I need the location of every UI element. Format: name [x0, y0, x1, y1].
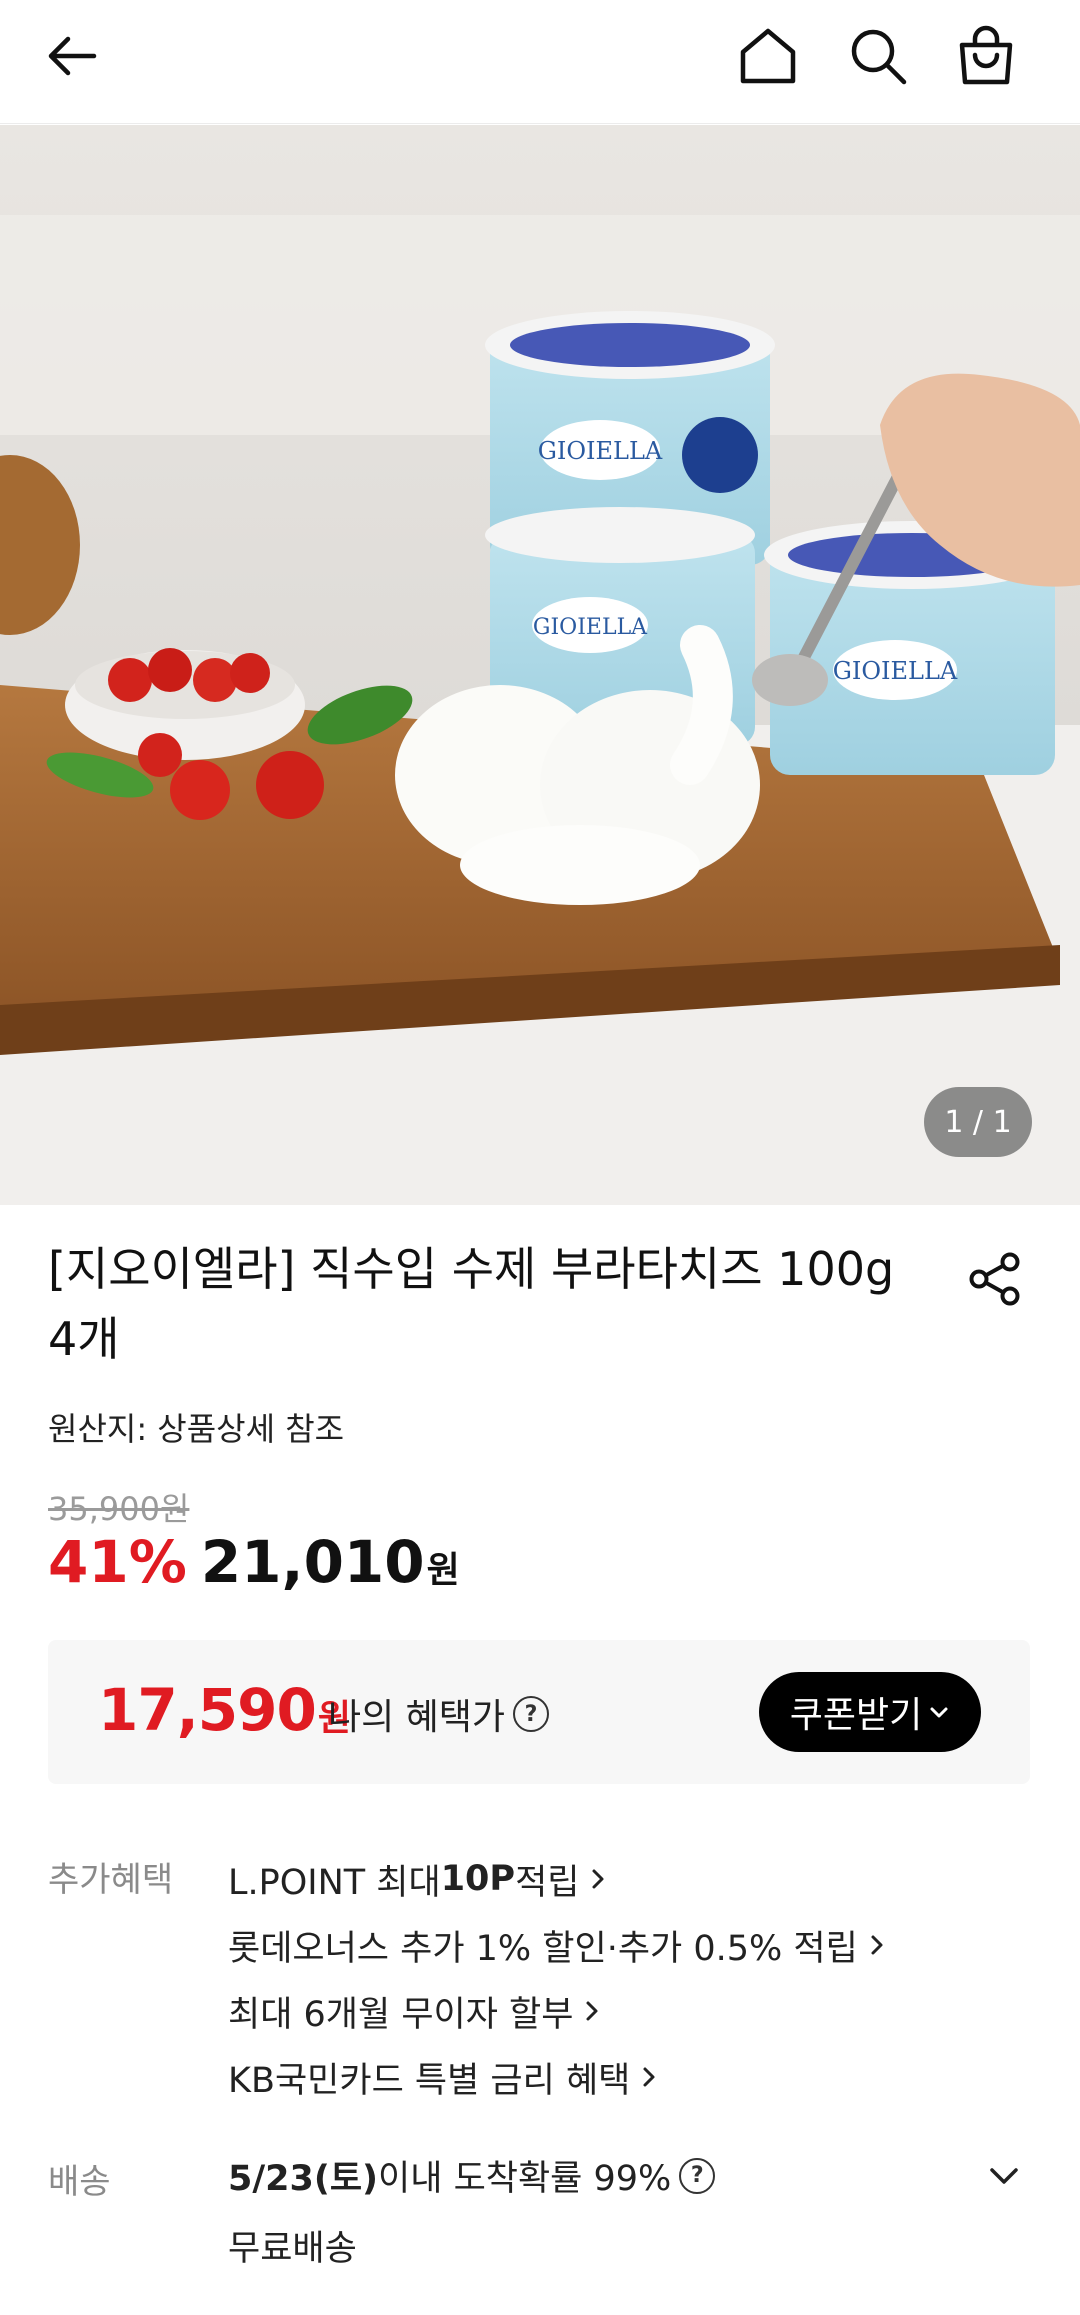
extra-benefits-label: 추가혜택 — [48, 1860, 174, 1900]
image-counter: 1 / 1 — [924, 1087, 1032, 1157]
my-benefit-price-box: 17,590 원 나의 혜택가 ? 쿠폰받기 — [48, 1640, 1030, 1784]
chevron-down-icon — [990, 2168, 1018, 2184]
home-icon — [740, 28, 796, 84]
benefit-item-text-end: 적립 — [515, 1862, 580, 1903]
chevron-right-icon — [640, 2064, 658, 2090]
extra-benefits-list: L.POINT 최대 10P 적립 롯데오너스 추가 1% 할인·추가 0.5%… — [228, 1846, 886, 2110]
chevron-down-icon — [928, 1701, 950, 1723]
benefit-item-lotte-owners[interactable]: 롯데오너스 추가 1% 할인·추가 0.5% 적립 — [228, 1912, 886, 1978]
benefit-item-text: KB국민카드 특별 금리 혜택 — [228, 2060, 631, 2101]
svg-text:GIOIELLA: GIOIELLA — [833, 657, 958, 685]
svg-text:GIOIELLA: GIOIELLA — [533, 615, 648, 640]
product-title: [지오이엘라] 직수입 수제 부라타치즈 100g 4개 — [48, 1242, 895, 1366]
benefit-price: 17,590 원 — [98, 1676, 351, 1744]
delivery-date: 5/23(토) — [228, 2159, 379, 2199]
cart-button[interactable] — [950, 20, 1022, 92]
sale-price: 21,010 — [200, 1528, 425, 1596]
share-button[interactable] — [958, 1242, 1032, 1316]
price-row: 41% 21,010 원 — [48, 1528, 460, 1596]
benefit-item-bold: 10P — [440, 1859, 516, 1899]
get-coupon-label: 쿠폰받기 — [789, 1695, 923, 1736]
delivery-probability: 이내 도착확률 99% — [378, 2159, 672, 2199]
delivery-label: 배송 — [48, 2162, 111, 2202]
back-button[interactable] — [36, 20, 108, 92]
home-button[interactable] — [732, 20, 804, 92]
sale-price-currency: 원 — [426, 1550, 460, 1591]
benefit-price-label: 나의 혜택가 — [328, 1697, 506, 1738]
delivery-estimate: 5/23(토) 이내 도착확률 99% ? — [228, 2150, 716, 2201]
original-price: 35,900원 — [48, 1490, 190, 1528]
benefit-item-lpoint[interactable]: L.POINT 최대 10P 적립 — [228, 1846, 886, 1912]
arrow-left-icon — [48, 36, 97, 76]
benefit-item-installment[interactable]: 최대 6개월 무이자 할부 — [228, 1978, 886, 2044]
search-icon — [851, 29, 907, 85]
share-icon — [969, 1252, 1020, 1306]
benefit-price-value: 17,590 — [98, 1676, 317, 1744]
benefit-item-text: 롯데오너스 추가 1% 할인·추가 0.5% 적립 — [228, 1928, 858, 1969]
free-shipping: 무료배송 — [228, 2229, 357, 2269]
product-photo: GIOIELLA GIOIELLA GIOIELLA — [0, 125, 1080, 1205]
svg-text:GIOIELLA: GIOIELLA — [538, 437, 663, 465]
top-bar — [0, 0, 1080, 124]
benefit-item-kb-card[interactable]: KB국민카드 특별 금리 혜택 — [228, 2044, 886, 2110]
chevron-right-icon — [868, 1932, 886, 1958]
help-icon[interactable]: ? — [513, 1696, 550, 1732]
benefit-item-text: L.POINT 최대 — [228, 1862, 441, 1903]
help-icon[interactable]: ? — [679, 2157, 716, 2194]
chevron-right-icon — [589, 1866, 607, 1892]
origin-info: 원산지: 상품상세 참조 — [48, 1410, 345, 1448]
search-button[interactable] — [842, 20, 914, 92]
benefit-item-text: 최대 6개월 무이자 할부 — [228, 1994, 574, 2035]
benefit-price-label-row: 나의 혜택가 ? — [328, 1688, 550, 1740]
get-coupon-button[interactable]: 쿠폰받기 — [759, 1672, 981, 1752]
shopping-bag-icon — [959, 25, 1013, 85]
product-image-gallery[interactable]: GIOIELLA GIOIELLA GIOIELLA 1 / 1 — [0, 125, 1080, 1205]
discount-rate: 41% — [48, 1528, 187, 1596]
chevron-right-icon — [583, 1998, 601, 2024]
delivery-expand-button[interactable] — [976, 2148, 1032, 2204]
